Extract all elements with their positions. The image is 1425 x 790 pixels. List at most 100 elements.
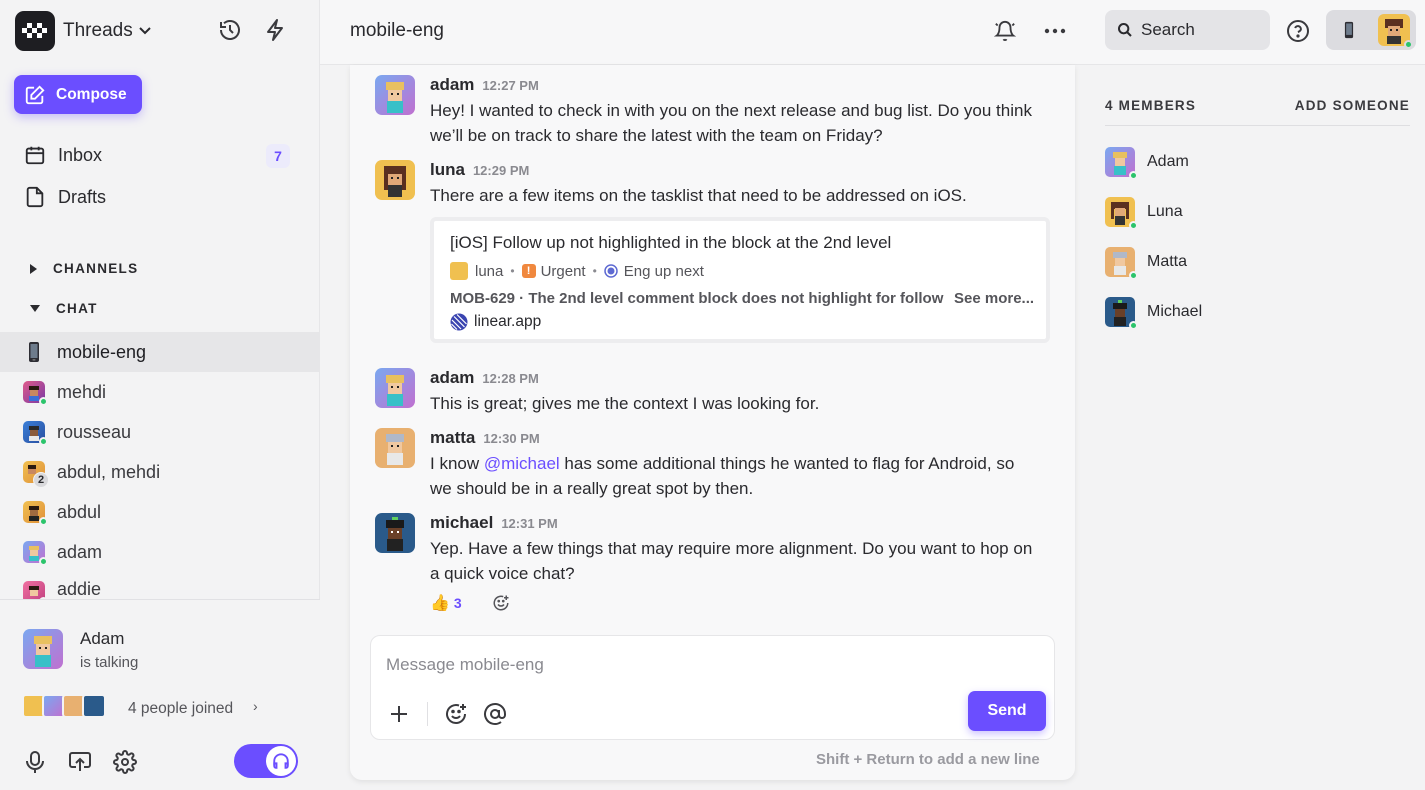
- caret-right-icon: [30, 263, 37, 274]
- online-status-dot: [1129, 321, 1138, 330]
- user-mention[interactable]: @michael: [484, 454, 560, 473]
- online-status-dot: [1129, 271, 1138, 280]
- message-text: Yep. Have a few things that may require …: [430, 539, 1033, 583]
- participant-count: 2: [33, 472, 49, 488]
- sidebar-item-label: Inbox: [58, 144, 103, 165]
- avatar: [23, 421, 48, 446]
- more-options-icon[interactable]: [1044, 28, 1066, 34]
- issue-description: MOB-629 · The 2nd level comment block do…: [450, 290, 944, 307]
- speaker-status: is talking: [80, 654, 139, 671]
- timestamp: 12:30 PM: [483, 431, 540, 446]
- gear-icon[interactable]: [113, 750, 137, 774]
- link-domain[interactable]: linear.app: [474, 313, 541, 331]
- sidebar-item-inbox[interactable]: Inbox: [24, 144, 102, 166]
- search-button[interactable]: Search: [1105, 10, 1270, 50]
- plus-icon[interactable]: [389, 704, 409, 724]
- section-chat[interactable]: CHAT: [30, 301, 98, 316]
- lightning-icon[interactable]: [264, 18, 286, 42]
- chat-item-abdul[interactable]: abdul: [0, 492, 320, 532]
- section-channels[interactable]: CHANNELS: [30, 261, 138, 276]
- chat-item-addie[interactable]: addie: [0, 572, 320, 599]
- message-input[interactable]: Message mobile-eng: [386, 655, 544, 675]
- headphones-icon: [266, 746, 296, 776]
- author-name[interactable]: adam: [430, 75, 474, 95]
- message-text: This is great; gives me the context I wa…: [430, 394, 820, 413]
- chat-item-mobile-eng[interactable]: mobile-eng: [0, 332, 320, 372]
- assignee-avatar: [450, 262, 468, 280]
- avatar-group: 2: [23, 461, 49, 488]
- bell-icon[interactable]: [994, 19, 1016, 43]
- online-status-dot: [39, 557, 48, 566]
- emoji-icon[interactable]: [444, 702, 468, 726]
- author-name[interactable]: luna: [430, 160, 465, 180]
- link-preview-card[interactable]: [iOS] Follow up not highlighted in the b…: [430, 217, 1050, 343]
- section-label: CHAT: [56, 301, 98, 316]
- issue-status: Eng up next: [623, 262, 704, 280]
- online-status-dot: [1129, 171, 1138, 180]
- composer-hint: Shift + Return to add a new line: [816, 751, 1040, 768]
- chat-item-label: rousseau: [57, 421, 132, 442]
- threads-logo-icon: [15, 11, 55, 51]
- user-avatar: [1378, 14, 1413, 49]
- microphone-icon[interactable]: [24, 750, 46, 774]
- avatar: [23, 541, 48, 566]
- send-button[interactable]: Send: [968, 691, 1046, 731]
- message: michael 12:31 PM Yep. Have a few things t…: [375, 513, 1040, 586]
- sidebar-item-drafts[interactable]: Drafts: [24, 186, 106, 208]
- issue-assignee: luna: [475, 262, 504, 280]
- thumbs-up-icon: 👍: [430, 595, 450, 612]
- chat-item-label: mehdi: [57, 381, 107, 402]
- chat-item-abdul-mehdi[interactable]: 2 abdul, mehdi: [0, 452, 320, 492]
- channel-header: mobile-eng Search: [320, 0, 1425, 65]
- chevron-right-icon[interactable]: ›: [253, 698, 258, 714]
- joined-avatars[interactable]: [22, 694, 106, 718]
- chat-item-mehdi[interactable]: mehdi: [0, 372, 320, 412]
- chat-item-adam[interactable]: adam: [0, 532, 320, 572]
- history-icon[interactable]: [218, 18, 242, 42]
- document-icon: [26, 186, 44, 208]
- avatar: [1105, 247, 1138, 280]
- compose-button[interactable]: Compose: [14, 75, 142, 114]
- help-icon[interactable]: [1286, 19, 1310, 43]
- avatar: [375, 513, 415, 553]
- mobile-phone-icon: [1344, 21, 1354, 39]
- author-name[interactable]: matta: [430, 428, 475, 448]
- urgent-priority-icon: !: [521, 264, 536, 278]
- search-label: Search: [1141, 20, 1195, 39]
- timestamp: 12:31 PM: [501, 516, 558, 531]
- chat-item-label: addie: [57, 579, 102, 599]
- issue-title[interactable]: [iOS] Follow up not highlighted in the b…: [450, 233, 1046, 253]
- speaker-name: Adam: [80, 629, 125, 648]
- joined-count[interactable]: 4 people joined: [128, 700, 233, 718]
- message-text: Hey! I wanted to check in with you on th…: [430, 101, 1032, 145]
- account-menu[interactable]: [1326, 10, 1416, 50]
- online-status-dot: [39, 517, 48, 526]
- mention-icon[interactable]: [483, 702, 507, 726]
- author-name[interactable]: adam: [430, 368, 474, 388]
- add-someone-button[interactable]: ADD SOMEONE: [1295, 98, 1410, 113]
- chevron-down-icon: [138, 27, 151, 35]
- workspace-switcher[interactable]: Threads: [15, 11, 151, 51]
- add-reaction-icon[interactable]: [492, 594, 510, 612]
- headphones-toggle[interactable]: [234, 744, 298, 778]
- online-status-dot: [39, 437, 48, 446]
- screen-share-icon[interactable]: [68, 750, 92, 774]
- author-name[interactable]: michael: [430, 513, 493, 533]
- compose-label: Compose: [56, 85, 127, 103]
- see-more-link[interactable]: See more...: [954, 290, 1034, 307]
- avatar: [1105, 197, 1138, 230]
- message-composer[interactable]: Message mobile-eng Send: [370, 635, 1055, 740]
- online-status-dot: [39, 397, 48, 406]
- member-item-matta[interactable]: Matta: [1105, 247, 1187, 280]
- workspace-name: Threads: [63, 20, 133, 41]
- chat-item-label: adam: [57, 541, 103, 562]
- thumbs-up-reaction[interactable]: 👍 3: [430, 593, 462, 613]
- member-item-adam[interactable]: Adam: [1105, 147, 1189, 180]
- chat-item-rousseau[interactable]: rousseau: [0, 412, 320, 452]
- avatar: [375, 428, 415, 468]
- channel-title: mobile-eng: [350, 20, 444, 41]
- calendar-icon: [25, 146, 45, 165]
- member-item-luna[interactable]: Luna: [1105, 197, 1183, 230]
- sidebar-item-label: Drafts: [58, 186, 107, 207]
- member-item-michael[interactable]: Michael: [1105, 297, 1202, 330]
